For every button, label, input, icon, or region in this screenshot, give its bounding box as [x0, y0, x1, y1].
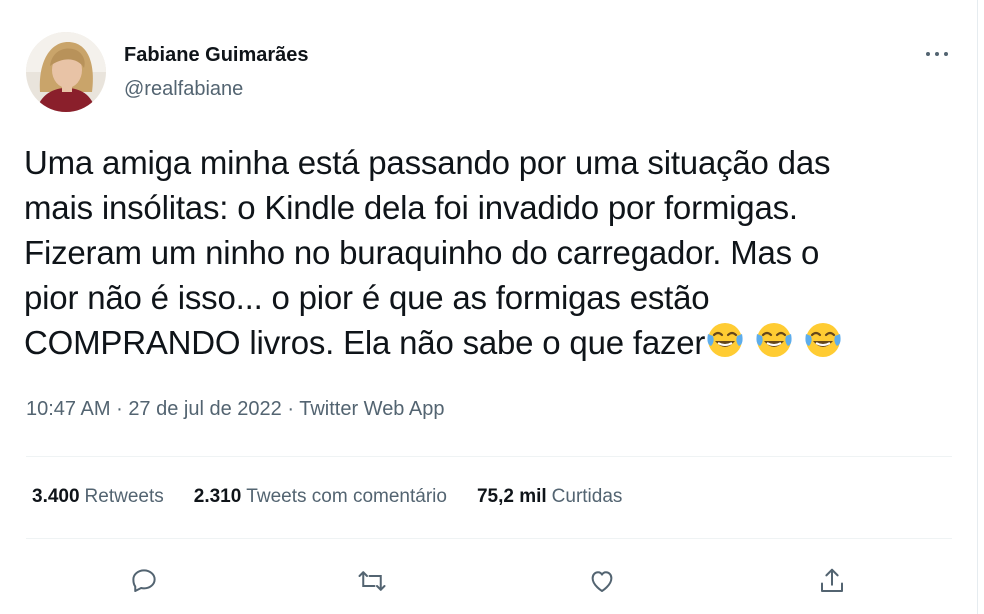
tears-of-joy-icon: [705, 320, 745, 360]
engagement-stats: 3.400 Retweets 2.310 Tweets com comentário…: [32, 486, 622, 508]
divider: [26, 538, 952, 539]
reply-icon: [132, 569, 156, 592]
retweets-label: Retweets: [84, 486, 164, 507]
share-icon: [821, 568, 843, 592]
like-icon: [591, 571, 613, 592]
retweets-count: 3.400: [32, 486, 80, 507]
frame-border: [977, 0, 978, 614]
tears-of-joy-icon: [803, 320, 843, 360]
retweets-stat[interactable]: 3.400 Retweets: [32, 486, 164, 508]
retweet-icon: [358, 571, 386, 591]
tweet-source-link[interactable]: Twitter Web App: [299, 398, 444, 420]
like-button[interactable]: [584, 563, 620, 599]
author-name[interactable]: Fabiane Guimarães: [124, 44, 309, 67]
more-options-button[interactable]: [922, 44, 952, 64]
tweet-text: Uma amiga minha está passando por uma si…: [24, 140, 964, 365]
likes-stat[interactable]: 75,2 mil Curtidas: [477, 486, 622, 508]
reply-button[interactable]: [126, 563, 162, 599]
quote-tweets-stat[interactable]: 2.310 Tweets com comentário: [194, 486, 447, 508]
likes-count: 75,2 mil: [476, 486, 547, 507]
tweet-line: pior não é isso... o pior é que as formi…: [24, 279, 710, 316]
quote-tweets-label: Tweets com comentário: [246, 486, 447, 507]
tweet-time[interactable]: 10:47 AM: [26, 398, 111, 420]
tweet-line: Fizeram um ninho no buraquinho do carreg…: [24, 234, 820, 271]
meta-separator: ·: [116, 398, 123, 420]
tweet-line: Uma amiga minha está passando por uma si…: [24, 144, 831, 181]
tears-of-joy-icon: [754, 320, 794, 360]
meta-separator: ·: [287, 398, 295, 420]
divider: [26, 456, 952, 457]
author-handle[interactable]: @realfabiane: [124, 78, 243, 101]
tweet-metadata: 10:47 AM · 27 de jul de 2022 · Twitter W…: [26, 398, 444, 421]
more-dot-icon: [926, 52, 930, 56]
share-button[interactable]: [814, 563, 850, 599]
tweet-line: COMPRANDO livros. Ela não sabe o que faz…: [24, 324, 706, 361]
likes-label: Curtidas: [551, 486, 623, 507]
tweet-line-last: COMPRANDO livros. Ela não sabe o que faz…: [24, 320, 964, 365]
profile-photo-icon: [26, 32, 106, 112]
tweet-date[interactable]: 27 de jul de 2022: [128, 398, 281, 420]
avatar[interactable]: [26, 32, 106, 112]
quote-tweets-count: 2.310: [193, 486, 242, 507]
more-dot-icon: [944, 52, 948, 56]
emoji-group: [705, 320, 852, 360]
retweet-button[interactable]: [354, 563, 390, 599]
tweet-line: mais insólitas: o Kindle dela foi invadi…: [24, 189, 798, 226]
more-dot-icon: [935, 52, 939, 56]
